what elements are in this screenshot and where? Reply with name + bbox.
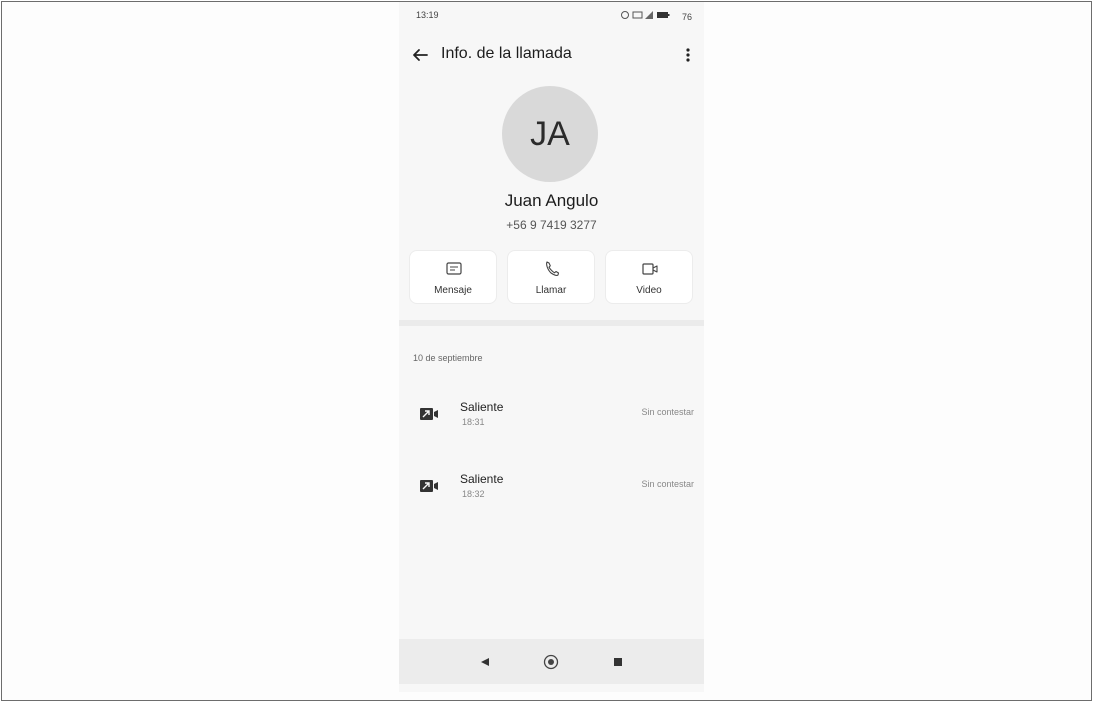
- signal-icons: [621, 11, 670, 19]
- phone-screen: 13:19 76 Info. de la llamada JA Juan Ang…: [399, 2, 704, 692]
- call-history-row[interactable]: Saliente 18:31 Sin contestar: [399, 394, 704, 440]
- outgoing-video-call-icon: [420, 480, 438, 492]
- nav-home-button[interactable]: [540, 651, 562, 673]
- message-button[interactable]: Mensaje: [409, 250, 497, 304]
- nav-back-button[interactable]: [474, 651, 496, 673]
- action-buttons: Mensaje Llamar Video: [409, 250, 694, 304]
- status-bar: 13:19 76: [399, 6, 704, 24]
- video-label: Video: [636, 285, 662, 296]
- outgoing-video-call-icon: [420, 408, 438, 420]
- contact-number: +56 9 7419 3277: [506, 218, 597, 232]
- message-icon: [446, 262, 462, 275]
- status-time: 13:19: [416, 10, 439, 20]
- call-type: Saliente: [460, 472, 504, 486]
- app-bar: Info. de la llamada: [399, 34, 704, 74]
- video-button[interactable]: Video: [605, 250, 693, 304]
- call-history-row[interactable]: Saliente 18:32 Sin contestar: [399, 466, 704, 512]
- back-button[interactable]: [407, 42, 433, 68]
- more-options-button[interactable]: [678, 42, 698, 68]
- status-icons: 76: [621, 10, 692, 22]
- home-circle-icon: [543, 654, 559, 670]
- call-label: Llamar: [535, 285, 567, 296]
- page-title: Info. de la llamada: [441, 45, 572, 62]
- back-triangle-icon: [481, 658, 489, 666]
- more-vertical-icon: [686, 48, 690, 62]
- avatar: JA: [502, 86, 598, 182]
- arrow-left-icon: [413, 49, 428, 61]
- call-button[interactable]: Llamar: [507, 250, 595, 304]
- call-result: Sin contestar: [641, 407, 694, 417]
- history-date: 10 de septiembre: [413, 353, 483, 363]
- section-divider: [399, 320, 704, 326]
- call-time: 18:31: [462, 417, 485, 427]
- call-type: Saliente: [460, 400, 504, 414]
- recents-square-icon: [614, 658, 622, 666]
- nav-recents-button[interactable]: [607, 651, 629, 673]
- screenshot-frame: 13:19 76 Info. de la llamada JA Juan Ang…: [1, 1, 1092, 701]
- message-label: Mensaje: [434, 285, 472, 296]
- contact-name: Juan Angulo: [504, 191, 599, 210]
- system-nav-bar: [399, 639, 704, 684]
- video-icon: [642, 263, 658, 275]
- call-time: 18:32: [462, 489, 485, 499]
- battery-level: 76: [681, 12, 692, 22]
- phone-icon: [546, 261, 560, 276]
- call-result: Sin contestar: [641, 479, 694, 489]
